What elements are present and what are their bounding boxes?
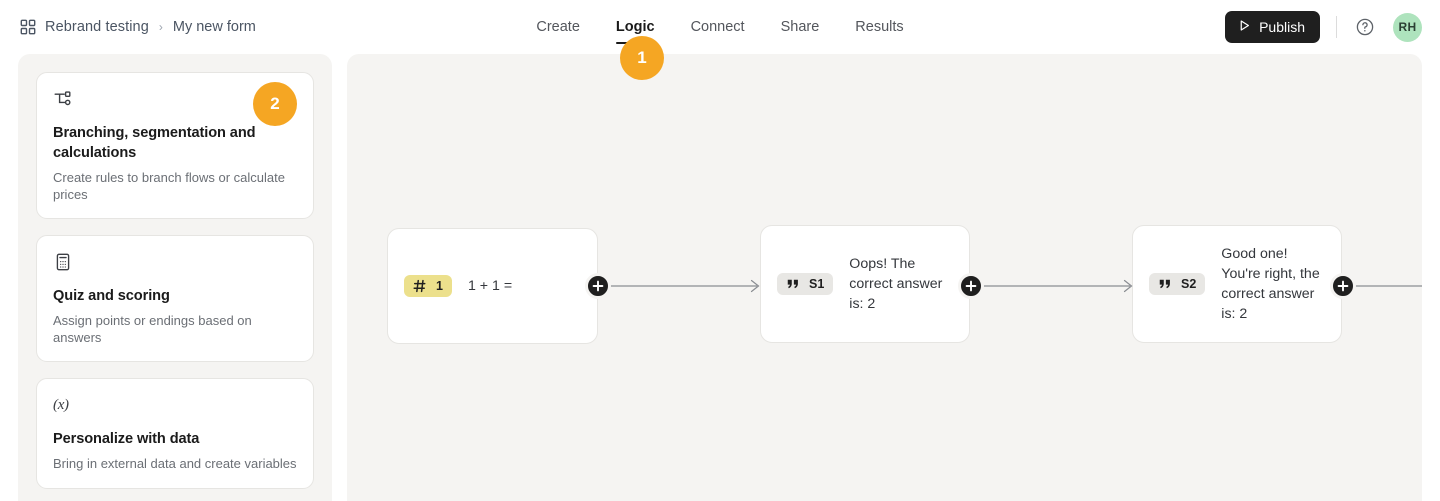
add-step-button-1[interactable]: [585, 273, 611, 299]
avatar[interactable]: RH: [1393, 12, 1422, 42]
logic-card-personalize-description: Bring in external data and create variab…: [53, 456, 297, 471]
logic-flow-canvas[interactable]: 1 1 + 1 = S1 Oops! The correct answer is…: [347, 54, 1422, 501]
node-chip-s2-label: S2: [1181, 277, 1197, 291]
node-chip-s1: S1: [777, 273, 834, 295]
flow-node-s1-text: Oops! The correct answer is: 2: [849, 256, 943, 312]
logic-card-quiz-title: Quiz and scoring: [53, 288, 170, 304]
flow-node-calculation[interactable]: 1 1 + 1 =: [387, 228, 598, 344]
step-badge-1-number: 1: [637, 48, 647, 67]
flow-node-s2-text: Good one! You're right, the correct answ…: [1221, 246, 1320, 322]
breadcrumb-current-form[interactable]: My new form: [173, 19, 256, 35]
tab-share[interactable]: Share: [763, 0, 838, 54]
logic-card-personalize[interactable]: (x) Personalize with data Bring in exter…: [36, 378, 314, 489]
tab-create[interactable]: Create: [518, 0, 598, 54]
step-badge-2: 2: [253, 82, 297, 126]
node-chip-number-label: 1: [436, 279, 443, 293]
app-header: Rebrand testing › My new form Create Log…: [0, 0, 1440, 54]
node-chip-s2: S2: [1149, 273, 1206, 295]
variable-icon: (x): [53, 397, 69, 413]
header-actions: Publish RH: [1225, 0, 1422, 54]
play-icon: [1238, 19, 1251, 35]
step-badge-1: 1: [620, 36, 664, 80]
logic-card-quiz-description: Assign points or endings based on answer…: [53, 313, 252, 345]
edge-node2-node3: [970, 279, 1133, 293]
help-circle-icon[interactable]: [1353, 15, 1377, 39]
flow-node-calculation-text: 1 + 1 =: [467, 278, 513, 294]
logic-card-branching-title: Branching, segmentation and calculations: [53, 125, 256, 161]
edge-node1-node2: [597, 279, 760, 293]
add-step-button-2[interactable]: [958, 273, 984, 299]
node-chip-s1-label: S1: [809, 277, 825, 291]
logic-card-personalize-title: Personalize with data: [53, 431, 200, 447]
add-step-button-3[interactable]: [1330, 273, 1356, 299]
breadcrumb-separator: ›: [158, 20, 163, 34]
breadcrumb: Rebrand testing › My new form: [20, 0, 256, 54]
node-chip-number: 1: [404, 275, 452, 297]
tab-connect[interactable]: Connect: [673, 0, 763, 54]
calculator-icon: [53, 252, 297, 272]
avatar-initials: RH: [1398, 20, 1417, 34]
header-divider: [1336, 16, 1337, 38]
flow-node-s1[interactable]: S1 Oops! The correct answer is: 2: [760, 225, 970, 343]
step-badge-2-number: 2: [270, 94, 280, 113]
flow-node-s2[interactable]: S2 Good one! You're right, the correct a…: [1132, 225, 1342, 343]
logic-card-quiz[interactable]: Quiz and scoring Assign points or ending…: [36, 235, 314, 362]
publish-button-label: Publish: [1259, 19, 1305, 35]
grid-icon[interactable]: [20, 19, 36, 35]
publish-button[interactable]: Publish: [1225, 11, 1320, 43]
logic-card-branching-description: Create rules to branch flows or calculat…: [53, 170, 285, 202]
tab-results[interactable]: Results: [837, 0, 921, 54]
flow-graph: 1 1 + 1 = S1 Oops! The correct answer is…: [347, 54, 1422, 501]
breadcrumb-workspace[interactable]: Rebrand testing: [45, 19, 149, 35]
